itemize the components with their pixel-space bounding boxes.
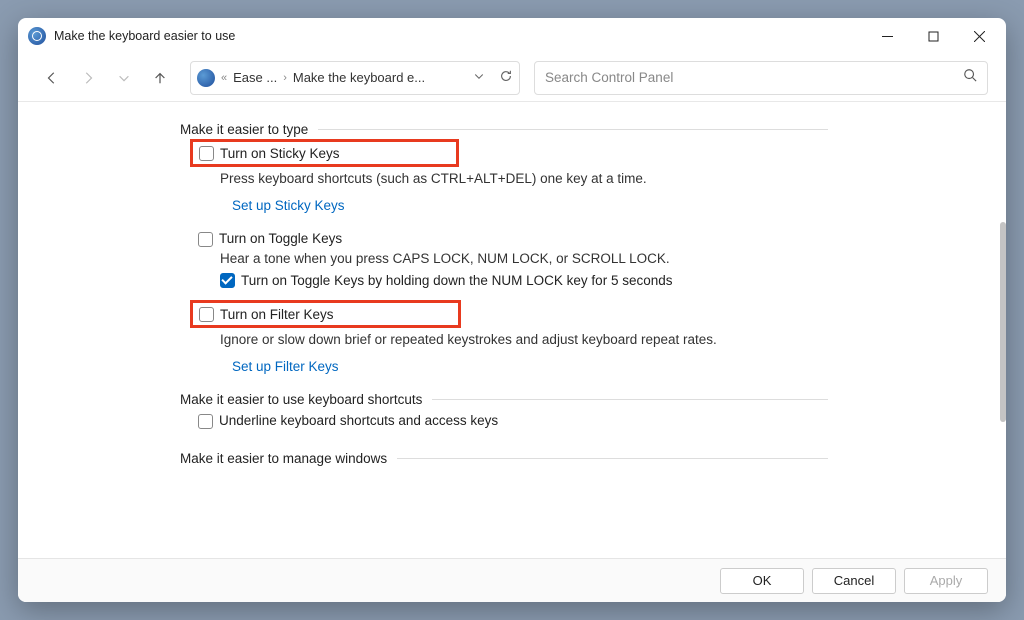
checkbox-filter-keys[interactable] xyxy=(199,307,214,322)
checkbox-sticky-keys[interactable] xyxy=(199,146,214,161)
close-button[interactable] xyxy=(956,18,1002,54)
link-setup-sticky-keys[interactable]: Set up Sticky Keys xyxy=(232,198,828,213)
section-heading-type: Make it easier to type xyxy=(180,122,828,137)
breadcrumb-part-2[interactable]: Make the keyboard e... xyxy=(293,70,425,85)
ok-button[interactable]: OK xyxy=(720,568,804,594)
scrollbar-thumb[interactable] xyxy=(1000,222,1006,422)
label-toggle-keys[interactable]: Turn on Toggle Keys xyxy=(219,231,342,246)
section-heading-windows: Make it easier to manage windows xyxy=(180,451,828,466)
address-bar[interactable]: « Ease ... › Make the keyboard e... xyxy=(190,61,520,95)
titlebar: Make the keyboard easier to use xyxy=(18,18,1006,54)
address-dropdown-button[interactable] xyxy=(473,70,485,85)
maximize-button[interactable] xyxy=(910,18,956,54)
control-panel-icon xyxy=(28,27,46,45)
desc-toggle-keys: Hear a tone when you press CAPS LOCK, NU… xyxy=(220,251,828,266)
section-heading-shortcuts: Make it easier to use keyboard shortcuts xyxy=(180,392,828,407)
content-area: Make it easier to type Turn on Sticky Ke… xyxy=(18,102,1006,558)
desc-sticky-keys: Press keyboard shortcuts (such as CTRL+A… xyxy=(220,171,828,186)
checkbox-toggle-hold[interactable] xyxy=(220,273,235,288)
breadcrumb-part-1[interactable]: Ease ... xyxy=(233,70,277,85)
apply-button[interactable]: Apply xyxy=(904,568,988,594)
chevron-right-icon: › xyxy=(283,72,287,84)
forward-button[interactable] xyxy=(72,62,104,94)
desc-filter-keys: Ignore or slow down brief or repeated ke… xyxy=(220,332,828,347)
address-bar-icon xyxy=(197,69,215,87)
label-filter-keys[interactable]: Turn on Filter Keys xyxy=(220,307,452,322)
search-bar[interactable] xyxy=(534,61,988,95)
breadcrumb-prefix: « xyxy=(221,72,227,84)
highlight-filter-keys: Turn on Filter Keys xyxy=(190,300,461,328)
up-button[interactable] xyxy=(144,62,176,94)
footer: OK Cancel Apply xyxy=(18,558,1006,602)
label-sticky-keys[interactable]: Turn on Sticky Keys xyxy=(220,146,450,161)
minimize-button[interactable] xyxy=(864,18,910,54)
checkbox-toggle-keys[interactable] xyxy=(198,232,213,247)
refresh-button[interactable] xyxy=(499,69,513,86)
back-button[interactable] xyxy=(36,62,68,94)
label-toggle-hold[interactable]: Turn on Toggle Keys by holding down the … xyxy=(241,273,672,288)
highlight-sticky-keys: Turn on Sticky Keys xyxy=(190,139,459,167)
cancel-button[interactable]: Cancel xyxy=(812,568,896,594)
navbar: « Ease ... › Make the keyboard e... xyxy=(18,54,1006,102)
search-icon xyxy=(963,68,977,87)
search-input[interactable] xyxy=(545,70,963,85)
window-title: Make the keyboard easier to use xyxy=(54,29,864,43)
window: Make the keyboard easier to use « Ease .… xyxy=(18,18,1006,602)
link-setup-filter-keys[interactable]: Set up Filter Keys xyxy=(232,359,828,374)
label-underline-shortcuts[interactable]: Underline keyboard shortcuts and access … xyxy=(219,413,498,428)
checkbox-underline-shortcuts[interactable] xyxy=(198,414,213,429)
recent-dropdown-button[interactable] xyxy=(108,62,140,94)
